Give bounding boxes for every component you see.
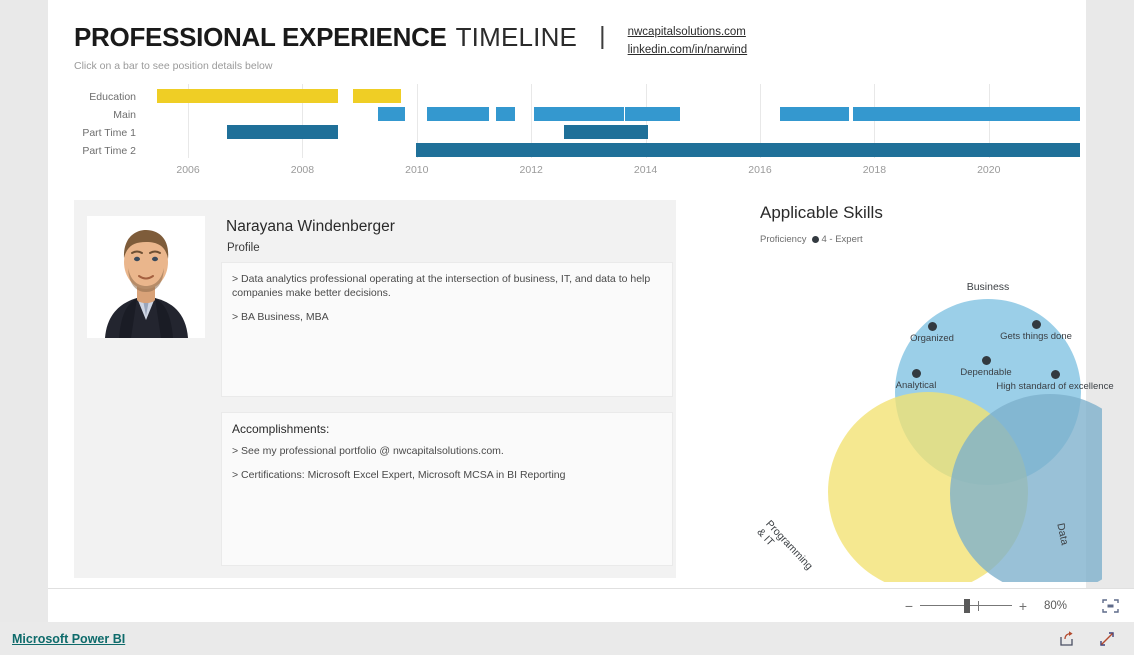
timeline-bar[interactable] <box>226 125 338 139</box>
zoom-percent-label: 80% <box>1044 600 1068 612</box>
timeline-tick-label: 2020 <box>977 164 1001 176</box>
fullscreen-icon[interactable] <box>1098 630 1116 648</box>
skills-title: Applicable Skills <box>760 203 883 222</box>
timeline-tick-label: 2006 <box>176 164 200 176</box>
profile-section-label: Profile <box>227 242 260 254</box>
accomplishments-title: Accomplishments: <box>232 422 330 436</box>
timeline-bar[interactable] <box>377 107 406 121</box>
skill-point-marker[interactable] <box>981 355 991 365</box>
timeline-tick-label: 2010 <box>405 164 429 176</box>
legend-value: 4 - Expert <box>821 234 863 245</box>
skill-point-marker[interactable] <box>927 321 937 331</box>
venn-svg <box>828 299 1134 594</box>
timeline-bar[interactable] <box>415 143 1081 157</box>
profile-line-2: > BA Business, MBA <box>232 311 329 324</box>
venn-label-business: Business <box>966 281 1010 293</box>
skill-point-label: Dependable <box>960 367 1012 378</box>
profile-text-box: > Data analytics professional operating … <box>221 262 673 397</box>
skill-point-label: High standard of excellence <box>996 381 1114 392</box>
report-canvas: PROFESSIONAL EXPERIENCE TIMELINE | nwcap… <box>48 0 1134 594</box>
skills-venn-diagram[interactable]: Business Programming & IT Data Organized Gets… <box>750 250 1134 594</box>
timeline-tick-label: 2016 <box>748 164 772 176</box>
page-title-suffix: TIMELINE <box>455 22 578 52</box>
zoom-controls[interactable]: − + 80% <box>902 598 1120 614</box>
legend-label: Proficiency <box>760 234 807 245</box>
timeline-plot-area[interactable] <box>148 84 1086 158</box>
website-link[interactable]: nwcapitalsolutions.com <box>628 25 748 41</box>
skill-point-label: Organized <box>910 333 954 344</box>
timeline-tick-label: 2012 <box>519 164 543 176</box>
skill-point-marker[interactable] <box>1031 319 1041 329</box>
skill-point-marker[interactable] <box>1050 369 1060 379</box>
timeline-tick-label: 2014 <box>633 164 658 176</box>
status-bar-icons <box>1058 630 1116 648</box>
skill-point-marker[interactable] <box>911 368 921 378</box>
power-bi-report-viewer: PROFESSIONAL EXPERIENCE TIMELINE | nwcap… <box>0 0 1134 655</box>
timeline-bar[interactable] <box>156 89 338 103</box>
timeline-bar[interactable] <box>427 107 490 121</box>
timeline-bar[interactable] <box>780 107 849 121</box>
person-name: Narayana Windenberger <box>226 218 395 235</box>
header-links: nwcapitalsolutions.com linkedin.com/in/n… <box>628 25 748 58</box>
timeline-row-label-main: Main <box>113 109 136 121</box>
accomplishment-line-2: > Certifications: Microsoft Excel Expert… <box>232 469 566 482</box>
timeline-bar[interactable] <box>534 107 624 121</box>
title-divider: | <box>599 22 606 50</box>
timeline-bar[interactable] <box>495 107 516 121</box>
timeline-row-label-part-time-1: Part Time 1 <box>82 127 136 139</box>
title-row: PROFESSIONAL EXPERIENCE TIMELINE | nwcap… <box>74 24 1064 58</box>
zoom-slider[interactable] <box>920 599 1012 613</box>
timeline-tick-label: 2018 <box>862 164 887 176</box>
share-icon[interactable] <box>1058 630 1076 648</box>
timeline-row-label-education: Education <box>89 91 136 103</box>
skill-point-label: Analytical <box>895 380 937 391</box>
timeline-tick-label: 2008 <box>290 164 315 176</box>
instruction-text: Click on a bar to see position details b… <box>74 60 273 72</box>
legend-swatch: 4 - Expert <box>812 234 863 245</box>
accomplishment-line-1: > See my professional portfolio @ nwcapi… <box>232 445 504 457</box>
profile-line-1: > Data analytics professional operating … <box>232 273 651 300</box>
proficiency-legend: Proficiency 4 - Expert <box>760 234 863 245</box>
zoom-slider-handle[interactable] <box>964 599 970 613</box>
skill-point-label: Gets things done <box>1000 331 1072 342</box>
timeline-row-labels: Education Main Part Time 1 Part Time 2 <box>74 84 142 160</box>
timeline-bar[interactable] <box>852 107 1081 121</box>
timeline-bar[interactable] <box>625 107 680 121</box>
timeline-chart[interactable]: Education Main Part Time 1 Part Time 2 2… <box>74 84 1081 184</box>
zoom-in-button[interactable]: + <box>1016 598 1030 614</box>
timeline-bar[interactable] <box>564 125 649 139</box>
report-header: PROFESSIONAL EXPERIENCE TIMELINE | nwcap… <box>74 24 1064 58</box>
accomplishments-box: Accomplishments: > See my professional p… <box>221 412 673 566</box>
fit-to-page-icon[interactable] <box>1100 598 1120 614</box>
profile-card: Narayana Windenberger Profile > Data ana… <box>74 200 676 578</box>
status-bar: Microsoft Power BI <box>0 622 1134 655</box>
page-title: PROFESSIONAL EXPERIENCE <box>74 22 447 52</box>
timeline-bar[interactable] <box>352 89 401 103</box>
zoom-slider-tick <box>978 601 979 611</box>
zoom-toolbar: − + 80% <box>48 588 1134 623</box>
avatar <box>87 216 205 338</box>
microsoft-power-bi-link[interactable]: Microsoft Power BI <box>12 632 125 646</box>
zoom-out-button[interactable]: − <box>902 598 916 614</box>
linkedin-link[interactable]: linkedin.com/in/narwind <box>628 43 748 59</box>
timeline-x-axis: 2006 2008 2010 2012 2014 2016 2018 2020 <box>148 164 1086 180</box>
timeline-row-label-part-time-2: Part Time 2 <box>82 145 136 157</box>
